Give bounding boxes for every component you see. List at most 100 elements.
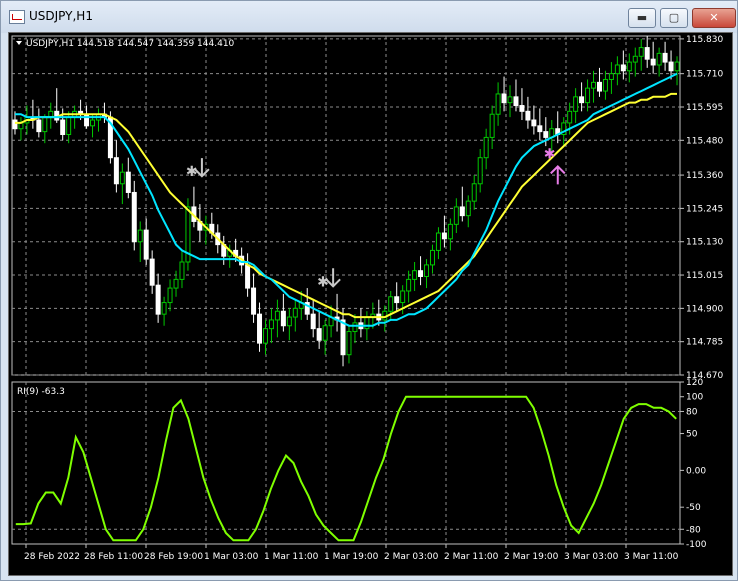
- indicator-y-tick-label: 0.00: [686, 466, 706, 476]
- candle-body: [471, 183, 477, 202]
- candle-body: [310, 313, 316, 330]
- candle-body: [650, 58, 656, 66]
- candle-body: [620, 64, 626, 72]
- candle-body: [167, 287, 173, 304]
- candle-body: [477, 157, 483, 185]
- candle-body: [596, 81, 602, 92]
- x-tick-label: 2 Mar 11:00: [444, 552, 499, 562]
- x-tick-label: 1 Mar 19:00: [324, 552, 379, 562]
- candle-body: [364, 316, 370, 330]
- candle-body: [644, 47, 650, 60]
- chart-svg[interactable]: 28 Feb 2022 28 Feb 11:00 28 Feb 19:00 1 Mar…: [9, 33, 732, 575]
- indicator-y-tick-label: -100: [686, 540, 707, 550]
- price-y-tick-label: 115.480: [686, 136, 723, 146]
- candle-body: [424, 264, 430, 277]
- candle-body: [12, 119, 18, 130]
- indicator-y-tick-label: 100: [686, 393, 703, 403]
- candle-body: [245, 264, 251, 289]
- price-y-tick-label: 115.710: [686, 70, 723, 80]
- candle-body: [346, 331, 352, 356]
- candle-body: [262, 328, 268, 344]
- candle-body: [113, 157, 119, 185]
- candle-body: [155, 284, 161, 315]
- chart-area[interactable]: 28 Feb 2022 28 Feb 11:00 28 Feb 19:00 1 Mar…: [8, 32, 733, 576]
- x-tick-label: 3 Mar 03:00: [564, 552, 619, 562]
- candle-body: [465, 200, 471, 217]
- candle-body: [567, 110, 573, 124]
- candle-body: [173, 278, 179, 289]
- candle-body: [60, 119, 66, 136]
- candle-body: [489, 113, 495, 138]
- candle-body: [531, 119, 537, 127]
- candle-body: [280, 310, 286, 327]
- x-tick-label: 28 Feb 2022: [24, 552, 80, 562]
- candle-body: [161, 302, 167, 315]
- maximize-button[interactable]: ▢: [660, 8, 688, 28]
- candle-body: [84, 113, 90, 127]
- title-bar[interactable]: USDJPY,H1 ▬ ▢ ✕: [1, 1, 737, 33]
- candle-body: [591, 81, 597, 89]
- candle-body: [137, 229, 143, 243]
- x-tick-label: 28 Feb 11:00: [84, 552, 143, 562]
- chart-window-icon: [9, 10, 25, 24]
- price-y-tick-label: 115.830: [686, 35, 723, 45]
- candle-body: [352, 322, 358, 333]
- window-title: USDJPY,H1: [29, 9, 93, 23]
- candle-body: [459, 206, 465, 217]
- candle-body: [143, 229, 149, 260]
- candle-body: [125, 171, 131, 193]
- candle-body: [274, 310, 280, 321]
- candle-body: [429, 249, 435, 266]
- candle-body: [388, 296, 394, 312]
- x-tick-label: 28 Feb 19:00: [144, 552, 203, 562]
- candle-body: [435, 232, 441, 251]
- price-header-text: USDJPY,H1 144.518 144.547 144.359 144.41…: [26, 39, 235, 49]
- x-tick-label: 2 Mar 03:00: [384, 552, 439, 562]
- candle-body: [495, 93, 501, 115]
- candle-body: [483, 136, 489, 159]
- candle-body: [579, 96, 585, 104]
- candle-body: [322, 325, 328, 341]
- price-y-tick-label: 114.785: [686, 338, 723, 348]
- candle-body: [614, 64, 620, 75]
- price-y-tick-label: 114.900: [686, 304, 723, 314]
- price-y-tick-label: 115.245: [686, 204, 723, 214]
- candle-body: [608, 73, 614, 80]
- indicator-y-tick-label: 80: [686, 407, 698, 417]
- candle-body: [400, 290, 406, 304]
- candle-body: [418, 270, 424, 277]
- indicator-y-tick-label: -50: [686, 503, 701, 513]
- candle-body: [525, 110, 531, 121]
- candle-body: [149, 258, 155, 286]
- candle-body: [662, 52, 668, 63]
- x-tick-label: 2 Mar 19:00: [504, 552, 559, 562]
- indicator-panel-border: [11, 381, 681, 545]
- collapse-arrow-icon: [16, 41, 22, 45]
- candle-body: [573, 96, 579, 112]
- indicator-y-tick-label: 50: [686, 430, 698, 440]
- candle-body: [131, 191, 137, 243]
- candle-body: [638, 47, 644, 57]
- candle-body: [340, 319, 346, 356]
- minimize-button[interactable]: ▬: [628, 8, 656, 28]
- indicator-header-text: RI(9) -63.3: [17, 387, 65, 397]
- x-tick-label: 1 Mar 11:00: [264, 552, 319, 562]
- close-button[interactable]: ✕: [692, 8, 736, 28]
- x-tick-label: 1 Mar 03:00: [204, 552, 259, 562]
- candle-body: [257, 313, 263, 344]
- price-y-tick-label: 115.130: [686, 238, 723, 248]
- candle-body: [453, 206, 459, 225]
- candle-body: [501, 93, 507, 104]
- signal-star-icon: ✱: [186, 164, 198, 180]
- candle-body: [36, 119, 42, 133]
- candle-body: [656, 52, 662, 66]
- indicator-line: [15, 395, 677, 542]
- candle-body: [42, 116, 48, 133]
- candle-body: [90, 119, 96, 127]
- signal-star-icon: ✱: [544, 146, 556, 162]
- price-y-tick-label: 115.595: [686, 103, 723, 113]
- candle-body: [412, 270, 418, 280]
- candle-body: [286, 316, 292, 327]
- candle-body: [447, 223, 453, 240]
- indicator-y-tick-label: -80: [686, 525, 701, 535]
